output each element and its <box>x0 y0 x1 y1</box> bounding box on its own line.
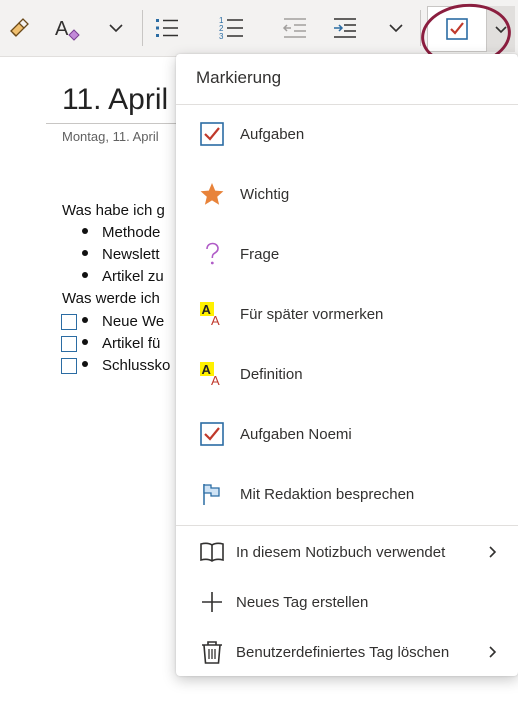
bullet-list-icon <box>156 19 178 37</box>
page-date: Montag, 11. April <box>62 129 159 144</box>
format-painter-icon <box>10 18 29 37</box>
list-item-text: Neue We <box>102 313 165 330</box>
increase-indent-icon <box>334 18 356 38</box>
plus-icon <box>198 588 226 616</box>
create-new-tag-item[interactable]: Neues Tag erstellen <box>176 574 518 630</box>
list-item[interactable]: Methode <box>82 224 160 241</box>
clear-formatting-button[interactable]: A <box>50 8 84 48</box>
svg-text:A: A <box>211 313 220 327</box>
trash-icon <box>198 638 226 666</box>
note-line[interactable]: Was habe ich g <box>62 202 165 219</box>
clear-formatting-icon: A <box>55 18 80 41</box>
bullet-icon <box>82 272 88 279</box>
chevron-down-icon <box>389 24 403 33</box>
page-title[interactable]: 11. April <box>62 83 168 117</box>
question-mark-icon <box>198 240 226 268</box>
tag-item-wichtig[interactable]: Wichtig <box>176 166 518 222</box>
list-item-text: Artikel fü <box>102 335 161 352</box>
svg-text:A: A <box>202 362 212 377</box>
decrease-indent-button[interactable] <box>280 8 310 48</box>
tag-item-aufgaben[interactable]: Aufgaben <box>176 106 518 162</box>
menu-action-label: Benutzerdefiniertes Tag löschen <box>236 643 450 661</box>
todo-checkbox[interactable] <box>61 358 77 374</box>
svg-text:A: A <box>202 302 212 317</box>
flag-icon <box>198 480 226 508</box>
chevron-down-icon <box>109 24 123 33</box>
tag-item-fuer-spaeter[interactable]: A A Für später vormerken <box>176 286 518 342</box>
tag-item-label: Definition <box>240 365 303 383</box>
bullet-icon <box>82 250 88 257</box>
list-item[interactable]: Artikel fü <box>82 335 160 352</box>
numbered-list-button[interactable]: 1 2 3 <box>216 8 246 48</box>
bullet-icon <box>82 361 88 368</box>
delete-custom-tag-item[interactable]: Benutzerdefiniertes Tag löschen <box>176 624 518 680</box>
tag-item-frage[interactable]: Frage <box>176 226 518 282</box>
menu-divider <box>176 104 518 105</box>
tag-item-definition[interactable]: A A Definition <box>176 346 518 402</box>
list-item-text: Newslett <box>102 246 160 263</box>
bullet-list-button[interactable] <box>152 8 182 48</box>
bullet-icon <box>82 317 88 324</box>
numbered-list-icon: 1 2 3 <box>219 16 243 41</box>
tag-item-label: Aufgaben Noemi <box>240 425 352 443</box>
tag-item-label: Für später vormerken <box>240 305 384 323</box>
ribbon-toolbar: A 1 2 3 <box>0 0 518 71</box>
checkbox-checked-icon <box>198 420 226 448</box>
menu-action-label: In diesem Notizbuch verwendet <box>236 543 446 561</box>
svg-text:3: 3 <box>219 32 224 41</box>
tag-item-label: Aufgaben <box>240 125 305 143</box>
bullet-icon <box>82 339 88 346</box>
bullet-icon <box>82 228 88 235</box>
star-icon <box>198 180 226 208</box>
title-underline <box>46 123 186 124</box>
list-item-text: Artikel zu <box>102 268 164 285</box>
list-item[interactable]: Artikel zu <box>82 268 164 285</box>
tag-item-redaktion[interactable]: Mit Redaktion besprechen <box>176 466 518 522</box>
chevron-right-icon <box>489 646 497 658</box>
highlight-text-icon: A A <box>198 300 226 328</box>
note-line[interactable]: Was werde ich <box>62 290 160 307</box>
increase-indent-button[interactable] <box>330 8 360 48</box>
list-item[interactable]: Neue We <box>82 313 164 330</box>
tag-dropdown-menu: Markierung Aufgaben Wichtig Frage A A Fü… <box>176 54 518 676</box>
tag-item-label: Wichtig <box>240 185 290 203</box>
list-item[interactable]: Schlussko <box>82 357 170 374</box>
todo-checkbox[interactable] <box>61 336 77 352</box>
tag-item-label: Frage <box>240 245 280 263</box>
list-item-text: Methode <box>102 224 161 241</box>
tag-item-aufgaben-noemi[interactable]: Aufgaben Noemi <box>176 406 518 462</box>
highlight-text-icon: A A <box>198 360 226 388</box>
decrease-indent-icon <box>282 18 306 38</box>
svg-text:A: A <box>55 18 69 40</box>
book-icon <box>198 538 226 566</box>
chevron-right-icon <box>489 546 497 558</box>
svg-text:A: A <box>211 373 220 387</box>
format-painter-button[interactable] <box>4 8 34 48</box>
checkbox-checked-icon <box>198 120 226 148</box>
menu-action-label: Neues Tag erstellen <box>236 593 369 611</box>
tag-item-label: Mit Redaktion besprechen <box>240 485 415 503</box>
todo-checkbox[interactable] <box>61 314 77 330</box>
paragraph-options-dropdown[interactable] <box>384 8 408 48</box>
toolbar-divider <box>142 10 143 46</box>
list-item-text: Schlussko <box>102 357 171 374</box>
menu-header: Markierung <box>196 68 282 87</box>
font-options-dropdown[interactable] <box>104 8 128 48</box>
used-in-notebook-item[interactable]: In diesem Notizbuch verwendet <box>176 524 518 580</box>
list-item[interactable]: Newslett <box>82 246 160 263</box>
